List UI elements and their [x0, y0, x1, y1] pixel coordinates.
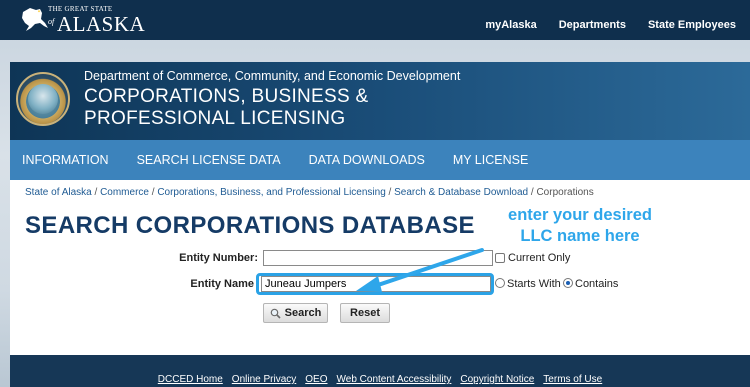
alaska-logo[interactable]: THE GREAT STATE of ALASKA: [20, 4, 145, 36]
footer-online-privacy[interactable]: Online Privacy: [232, 374, 296, 385]
footer-oeo[interactable]: OEO: [305, 374, 327, 385]
reset-button[interactable]: Reset: [340, 303, 390, 323]
main-nav: INFORMATION SEARCH LICENSE DATA DATA DOW…: [10, 140, 750, 180]
nav-my-license[interactable]: MY LICENSE: [453, 153, 529, 167]
logo-wordmark: ALASKA: [57, 12, 146, 36]
contains-radio[interactable]: [563, 278, 573, 288]
alaska-map-icon: [22, 8, 48, 31]
footer-dcced-home[interactable]: DCCED Home: [158, 374, 223, 385]
page-title: SEARCH CORPORATIONS DATABASE: [25, 212, 475, 239]
nav-data-downloads[interactable]: DATA DOWNLOADS: [309, 153, 425, 167]
top-nav-state-employees[interactable]: State Employees: [648, 19, 736, 31]
breadcrumb: State of Alaska / Commerce / Corporation…: [25, 187, 594, 198]
breadcrumb-separator: /: [385, 187, 395, 198]
starts-with-label: Starts With: [507, 278, 561, 290]
nav-search-license-data[interactable]: SEARCH LICENSE DATA: [137, 153, 281, 167]
division-header: Department of Commerce, Community, and E…: [10, 62, 750, 140]
current-only-checkbox[interactable]: [495, 253, 505, 263]
reset-button-label: Reset: [350, 307, 380, 319]
search-button-label: Search: [284, 307, 322, 319]
annotation-callout: enter your desired LLC name here: [480, 205, 680, 247]
state-seal-icon[interactable]: [16, 72, 70, 126]
breadcrumb-separator: /: [91, 187, 101, 198]
breadcrumb-state[interactable]: State of Alaska: [25, 187, 92, 198]
starts-with-radio[interactable]: [495, 278, 505, 288]
top-nav-myalaska[interactable]: myAlaska: [485, 19, 536, 31]
logo-of: of: [48, 17, 55, 26]
contains-label: Contains: [575, 278, 619, 290]
breadcrumb-search-download[interactable]: Search & Database Download: [394, 187, 528, 198]
annotation-line-2: LLC name here: [520, 227, 640, 245]
footer-web-accessibility[interactable]: Web Content Accessibility: [337, 374, 452, 385]
entity-number-label: Entity Number:: [179, 252, 258, 264]
search-button[interactable]: Search: [263, 303, 328, 323]
annotation-line-1: enter your desired: [508, 206, 652, 224]
annotation-arrow-icon: [356, 248, 484, 292]
nav-information[interactable]: INFORMATION: [22, 153, 109, 167]
top-nav: myAlaska Departments State Employees: [485, 19, 736, 31]
content-card: Department of Commerce, Community, and E…: [10, 62, 750, 387]
division-name[interactable]: CORPORATIONS, BUSINESS & PROFESSIONAL LI…: [84, 86, 524, 130]
breadcrumb-cbpl[interactable]: Corporations, Business, and Professional…: [157, 187, 385, 198]
magnifier-icon: [270, 308, 281, 319]
footer-copyright[interactable]: Copyright Notice: [460, 374, 534, 385]
top-nav-departments[interactable]: Departments: [559, 19, 626, 31]
breadcrumb-current: Corporations: [536, 187, 594, 198]
entity-name-label: Entity Name: [190, 278, 254, 290]
current-only-label: Current Only: [508, 252, 571, 264]
footer: DCCED Home Online Privacy OEO Web Conten…: [10, 355, 750, 387]
footer-terms[interactable]: Terms of Use: [543, 374, 602, 385]
breadcrumb-commerce[interactable]: Commerce: [100, 187, 149, 198]
top-bar: THE GREAT STATE of ALASKA myAlaska Depar…: [0, 0, 750, 40]
department-name: Department of Commerce, Community, and E…: [84, 69, 461, 83]
